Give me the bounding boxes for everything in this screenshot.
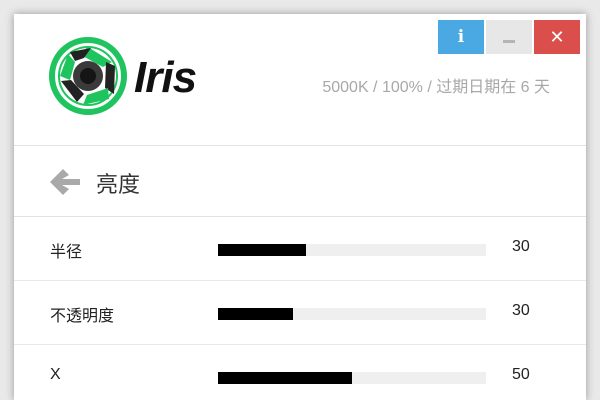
slider-label: 不透明度: [50, 308, 115, 325]
slider-row-radius: 半径 30: [14, 217, 586, 281]
minimize-icon: [503, 39, 515, 43]
slider-label: X: [50, 366, 61, 383]
app-window: Iris 5000K / 100% / 过期日期在 6 天 i ✕ 亮度 半径 …: [14, 14, 586, 400]
info-button[interactable]: i: [438, 20, 484, 54]
subheader: 亮度: [14, 146, 586, 217]
close-button[interactable]: ✕: [534, 20, 580, 54]
iris-aperture-icon: [49, 37, 127, 115]
slider-track[interactable]: [218, 308, 486, 320]
slider-fill: [218, 372, 352, 384]
slider-row-opacity: 不透明度 30: [14, 281, 586, 345]
slider-track[interactable]: [218, 244, 486, 256]
window-controls: i ✕: [438, 20, 580, 54]
status-text: 5000K / 100% / 过期日期在 6 天: [322, 79, 550, 96]
page-title: 亮度: [96, 172, 141, 197]
slider-value: 50: [512, 366, 530, 383]
back-arrow-icon[interactable]: [48, 166, 82, 198]
minimize-button[interactable]: [486, 20, 532, 54]
slider-row-x: X 50: [14, 345, 586, 400]
slider-label: 半径: [50, 244, 83, 261]
app-brand-name: Iris: [134, 53, 197, 102]
slider-track[interactable]: [218, 372, 486, 384]
slider-value: 30: [512, 302, 530, 319]
slider-fill: [218, 308, 294, 320]
slider-fill: [218, 244, 307, 256]
slider-value: 30: [512, 238, 530, 255]
